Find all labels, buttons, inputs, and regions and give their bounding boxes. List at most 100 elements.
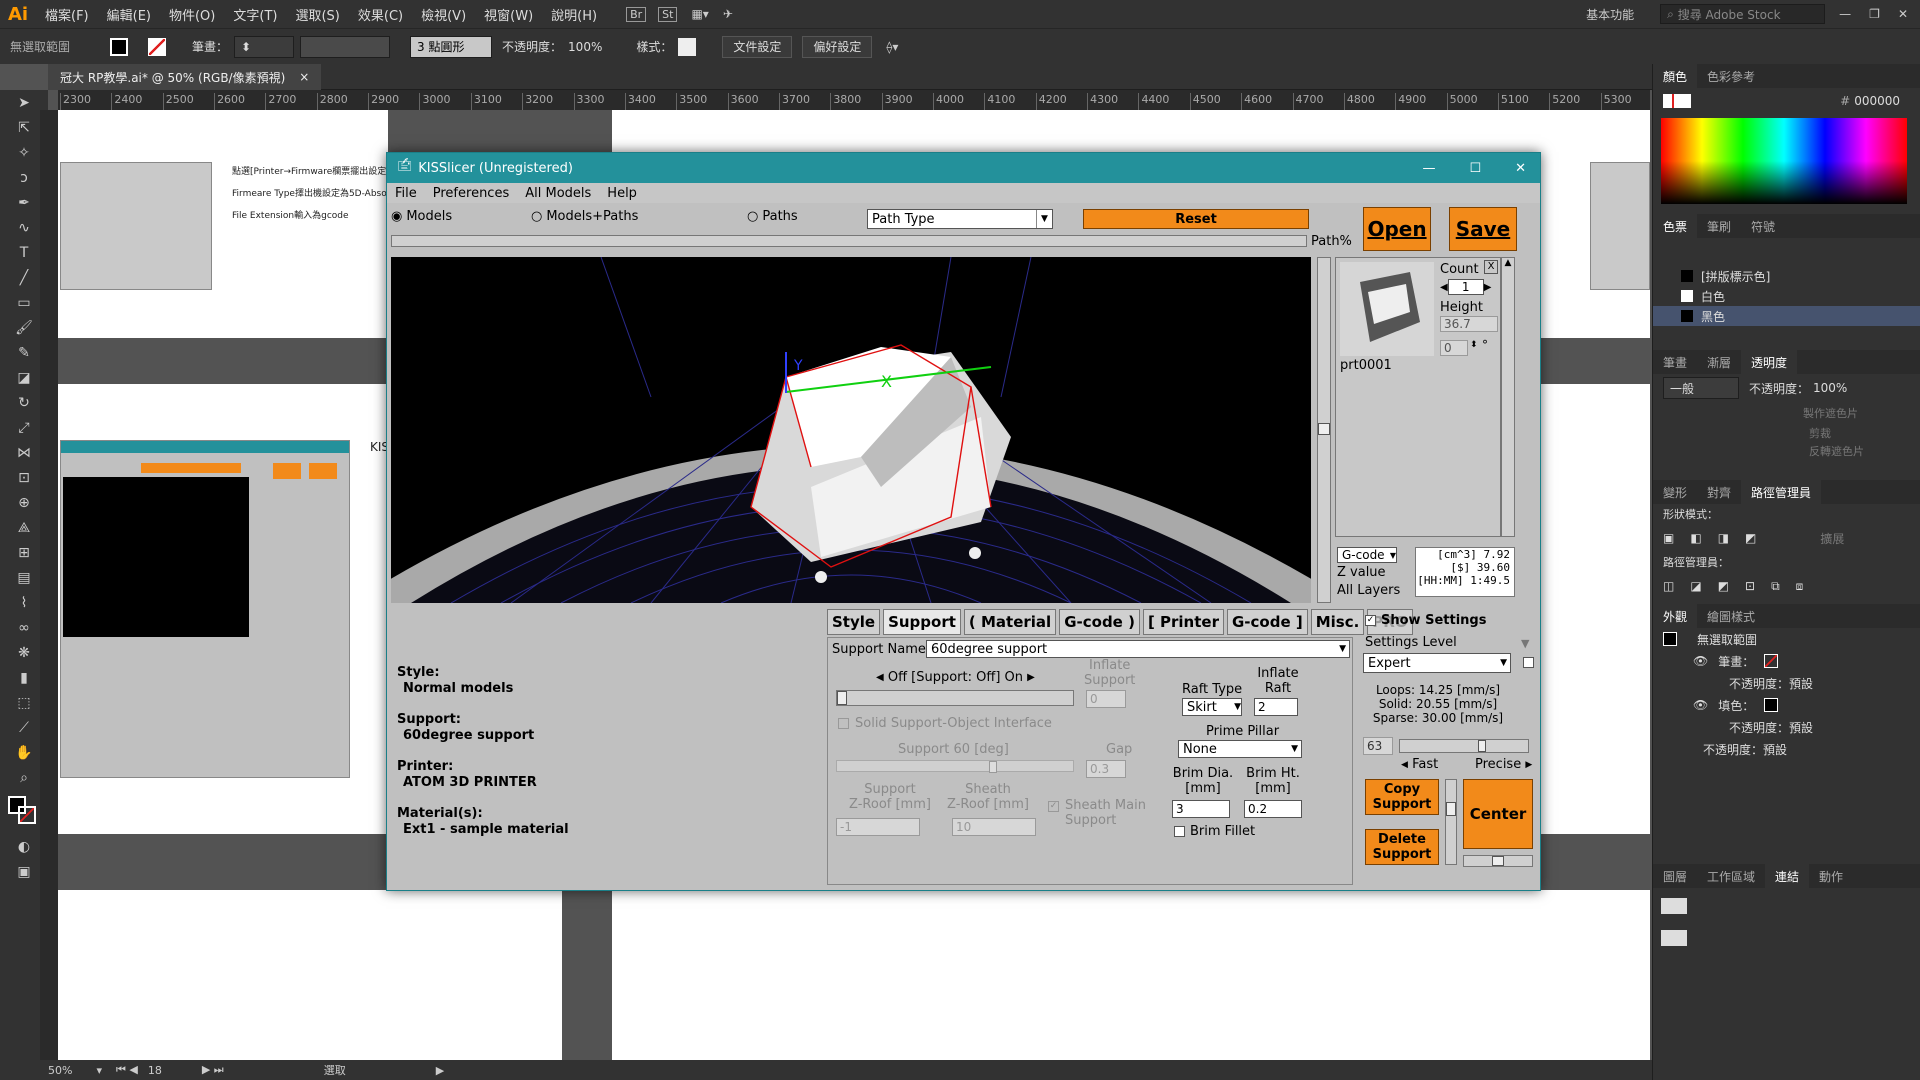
arrow-left-icon[interactable]: ◀ (876, 672, 884, 683)
color-spectrum[interactable] (1661, 118, 1907, 204)
stock-search[interactable]: ⌕ 搜尋 Adobe Stock (1660, 4, 1826, 24)
menu-edit[interactable]: 編輯(E) (98, 5, 160, 24)
slider-thumb[interactable] (1478, 740, 1486, 752)
appearance-row[interactable]: 無選取範圍 (1653, 628, 1920, 650)
first-artboard-icon[interactable]: ⏮ ◀ (116, 1063, 138, 1077)
arrow-right-icon[interactable]: ▶ (1027, 672, 1035, 683)
eye-icon[interactable]: 👁 (1693, 698, 1708, 712)
collapse-arrow-icon[interactable]: ▼ (1521, 637, 1529, 650)
tab-links[interactable]: 連結 (1765, 864, 1810, 888)
radio-models[interactable]: ◉ Models (391, 209, 452, 224)
swatch-registration[interactable]: [拼版標示色] (1653, 266, 1920, 286)
count-stepper[interactable]: ◀ 1 ▶ (1440, 278, 1500, 296)
kiss-menu-help[interactable]: Help (599, 186, 645, 201)
crop-icon[interactable]: ⊡ (1745, 579, 1755, 593)
link-thumb[interactable] (1661, 930, 1687, 946)
menu-file[interactable]: 檔案(F) (36, 5, 98, 24)
trim-icon[interactable]: ◪ (1690, 579, 1701, 593)
count-field[interactable]: 1 (1447, 279, 1484, 295)
stock-button[interactable]: St (658, 6, 678, 22)
rotation-spinner-icon[interactable]: ⬍ (1470, 340, 1478, 350)
tab-align[interactable]: 對齊 (1697, 484, 1741, 501)
menu-type[interactable]: 文字(T) (224, 5, 286, 24)
reset-button[interactable]: Reset (1083, 209, 1309, 229)
appearance-row[interactable]: 不透明度：預設 (1653, 672, 1920, 694)
kiss-minimize-icon[interactable]: — (1422, 161, 1435, 176)
slider-thumb[interactable] (837, 691, 847, 705)
intersect-icon[interactable]: ◨ (1718, 531, 1729, 545)
delete-support-button[interactable]: Delete Support (1365, 829, 1439, 865)
next-artboard-icon[interactable]: ▶ ⏭ (202, 1063, 224, 1077)
prime-pillar-select[interactable]: None ▼ (1178, 740, 1302, 758)
merge-icon[interactable]: ◩ (1718, 579, 1729, 593)
support-vertical-slider[interactable] (1445, 779, 1457, 865)
tab-layers[interactable]: 圖層 (1653, 868, 1697, 885)
tab-color[interactable]: 顏色 (1653, 64, 1698, 88)
invert-mask-checkbox[interactable]: 反轉遮色片 (1809, 443, 1864, 459)
minus-back-icon[interactable]: ⧈ (1796, 579, 1804, 594)
menu-view[interactable]: 檢視(V) (412, 5, 475, 24)
tab-gradient[interactable]: 漸層 (1697, 354, 1741, 371)
brim-ht-field[interactable]: 0.2 (1244, 800, 1302, 818)
speed-precision-slider[interactable] (1399, 739, 1529, 753)
model-thumbnail[interactable] (1340, 262, 1434, 356)
kiss-maximize-icon[interactable]: ☐ (1469, 161, 1481, 176)
tab-misc[interactable]: Misc. (1310, 609, 1365, 635)
brim-fillet-checkbox[interactable]: Brim Fillet (1174, 824, 1255, 839)
settings-extra-checkbox[interactable] (1523, 657, 1534, 668)
document-tab[interactable]: 冠大 RP教學.ai* @ 50% (RGB/像素預視) × (48, 64, 322, 90)
copy-support-button[interactable]: Copy Support (1365, 779, 1439, 815)
tab-artboards[interactable]: 工作區域 (1697, 868, 1765, 885)
status-mode[interactable]: 選取 (324, 1062, 346, 1078)
tab-actions[interactable]: 動作 (1809, 868, 1853, 885)
blend-mode-select[interactable]: 一般 (1663, 377, 1739, 399)
unite-icon[interactable]: ▣ (1663, 531, 1674, 545)
kiss-menu-preferences[interactable]: Preferences (425, 186, 517, 201)
kiss-menu-file[interactable]: File (387, 186, 425, 201)
fill-swatch[interactable] (110, 37, 129, 56)
tab-printer[interactable]: [ Printer (1142, 609, 1224, 635)
tab-graphic-styles[interactable]: 繪圖樣式 (1697, 608, 1765, 625)
close-model-button[interactable]: X (1484, 260, 1498, 274)
show-settings-checkbox[interactable]: ✓ Show Settings (1365, 613, 1486, 628)
zoom-dropdown-icon[interactable]: ▾ (96, 1064, 102, 1077)
center-button[interactable]: Center (1463, 779, 1533, 849)
support-onoff-slider[interactable] (836, 690, 1074, 706)
tab-material[interactable]: ( Material (963, 609, 1057, 635)
decrement-icon[interactable]: ◀ (1440, 282, 1448, 293)
slider-thumb[interactable] (1492, 856, 1504, 866)
outline-icon[interactable]: ⧉ (1771, 579, 1780, 594)
eye-icon[interactable]: 👁 (1693, 654, 1708, 668)
raft-type-select[interactable]: Skirt ▼ (1182, 698, 1242, 716)
tab-symbols[interactable]: 符號 (1741, 218, 1785, 235)
path-percent-slider[interactable] (391, 235, 1307, 247)
tab-brushes[interactable]: 筆刷 (1697, 218, 1741, 235)
preferences-button[interactable]: 偏好設定 (802, 35, 873, 58)
tab-style[interactable]: Style (827, 609, 881, 635)
rotation-field[interactable]: 0 (1440, 340, 1468, 356)
workspace-switcher[interactable]: 基本功能 (1586, 6, 1634, 23)
tab-support[interactable]: Support (883, 609, 961, 635)
stroke-swatch[interactable] (148, 37, 167, 56)
slider-thumb[interactable] (1318, 423, 1330, 435)
appearance-row[interactable]: 👁 筆畫： (1653, 650, 1920, 672)
slider-thumb[interactable] (1446, 802, 1456, 816)
menu-window[interactable]: 視窗(W) (475, 5, 542, 24)
increment-icon[interactable]: ▶ (1484, 282, 1492, 293)
divide-icon[interactable]: ◫ (1663, 579, 1674, 593)
close-tab-icon[interactable]: × (299, 70, 309, 84)
save-button[interactable]: Save (1449, 207, 1517, 251)
maximize-icon[interactable]: ❐ (1869, 7, 1880, 21)
kiss-menu-all-models[interactable]: All Models (517, 186, 599, 201)
viewport-zoom-slider[interactable] (1317, 257, 1331, 603)
transform-icon[interactable]: ⟠▾ (886, 40, 898, 54)
appearance-row[interactable]: 不透明度：預設 (1653, 738, 1920, 760)
support-name-select[interactable]: 60degree support ▼ (926, 640, 1350, 658)
minimize-icon[interactable]: — (1839, 7, 1851, 21)
tab-transform[interactable]: 變形 (1653, 484, 1697, 501)
menu-effect[interactable]: 效果(C) (349, 5, 412, 24)
stroke-weight-field[interactable]: ⬍ (234, 35, 295, 58)
document-setup-button[interactable]: 文件設定 (722, 35, 793, 58)
hex-field[interactable]: 000000 (1854, 94, 1900, 108)
3d-viewport[interactable]: Y X (391, 257, 1311, 603)
